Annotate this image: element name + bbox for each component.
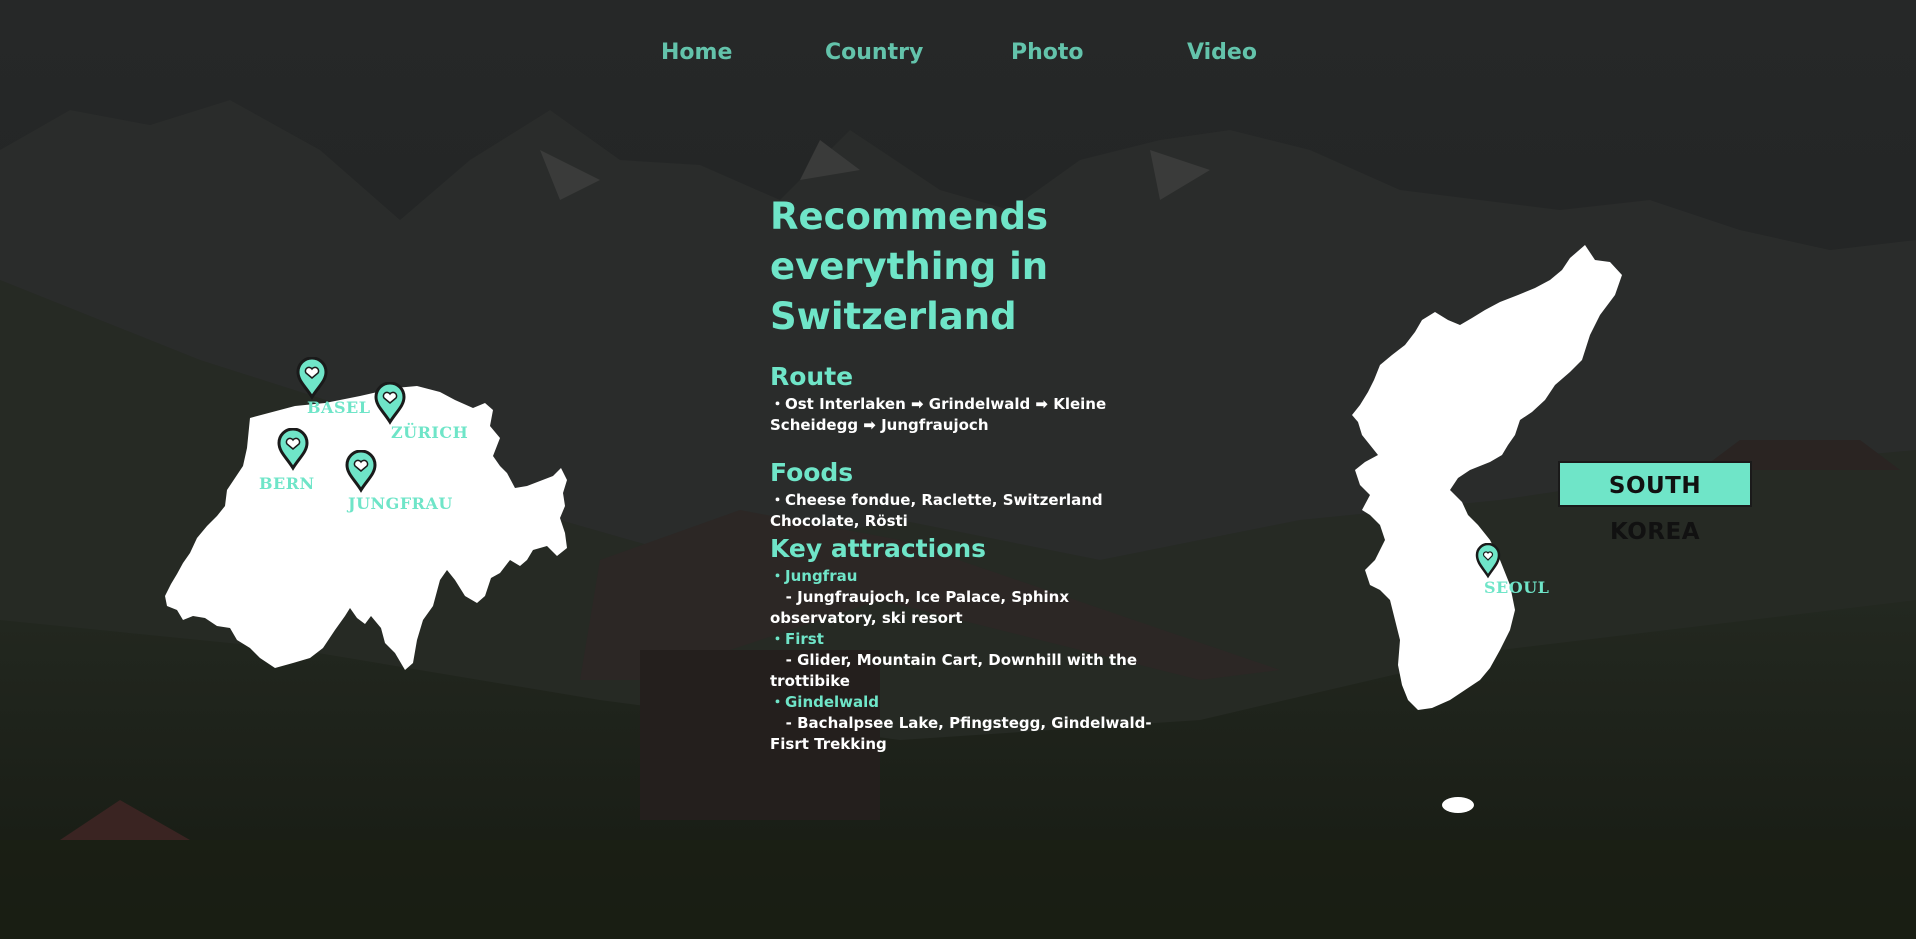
foods-title: Foods: [770, 458, 854, 487]
attraction-first-detail: - Glider, Mountain Cart, Downhill with t…: [770, 651, 1143, 690]
attraction-jungfrau-name: ・Jungfrau: [770, 567, 858, 585]
attraction-gindelwald-detail: - Bachalpsee Lake, Pfingstegg, Gindelwal…: [770, 714, 1152, 753]
attractions-title: Key attractions: [770, 534, 987, 563]
bern-label: BERN: [259, 474, 315, 493]
jungfrau-pin-icon: [345, 450, 377, 493]
nav-photo-link[interactable]: Photo: [1011, 40, 1084, 65]
zurich-pin-icon: [374, 382, 406, 425]
page-title-line-3: Switzerland: [770, 295, 1017, 338]
main-nav: Home Country Photo Video: [0, 40, 1916, 80]
nav-video-link[interactable]: Video: [1187, 40, 1257, 65]
route-title: Route: [770, 362, 854, 391]
route-section: Route ・Ost Interlaken ➡ Grindelwald ➡ Kl…: [770, 362, 1180, 436]
page-title: Recommends everything in Switzerland: [770, 192, 1048, 342]
page-title-line-1: Recommends: [770, 195, 1048, 238]
basel-pin-icon: [296, 357, 328, 400]
south-korea-badge: SOUTH KOREA: [1558, 461, 1752, 545]
bern-pin-icon: [277, 428, 309, 471]
seoul-label: SEOUL: [1484, 578, 1550, 597]
foods-section: Foods ・Cheese fondue, Raclette, Switzerl…: [770, 458, 1180, 532]
zurich-label: ZÜRICH: [391, 423, 469, 442]
foods-text: ・Cheese fondue, Raclette, Switzerland Ch…: [770, 491, 1103, 530]
route-text: ・Ost Interlaken ➡ Grindelwald ➡ Kleine S…: [770, 395, 1107, 434]
nav-country-link[interactable]: Country: [825, 40, 923, 65]
nav-home-link[interactable]: Home: [661, 40, 732, 65]
seoul-pin-icon: [1475, 543, 1501, 579]
jungfrau-label: JUNGFRAU: [348, 494, 453, 513]
korea-map: [1352, 245, 1622, 813]
basel-label: BASEL: [307, 398, 371, 417]
attraction-first-name: ・First: [770, 630, 824, 648]
attraction-gindelwald-name: ・Gindelwald: [770, 693, 880, 711]
attractions-section: Key attractions ・Jungfrau - Jungfraujoch…: [770, 534, 1180, 755]
page-title-line-2: everything in: [770, 245, 1049, 288]
attraction-jungfrau-detail: - Jungfraujoch, Ice Palace, Sphinx obser…: [770, 588, 1075, 627]
